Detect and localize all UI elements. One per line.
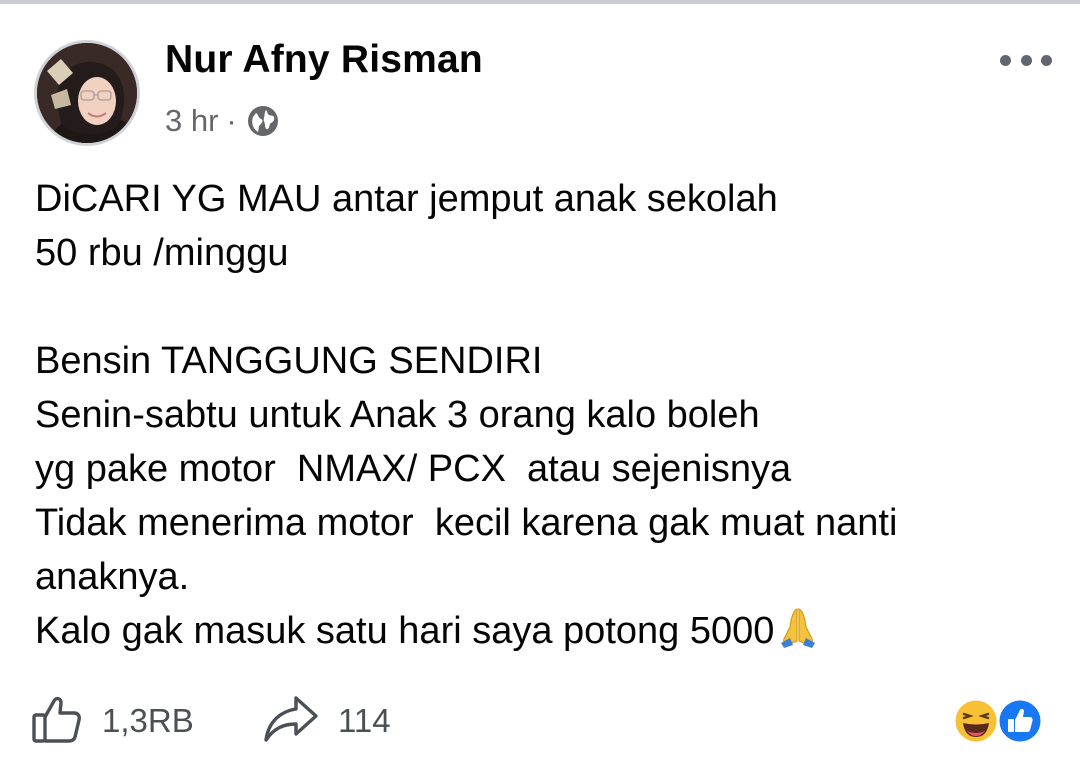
folded-hands-emoji	[776, 605, 820, 664]
post-line-blank	[35, 280, 1055, 334]
post-line-last: Kalo gak masuk satu hari saya potong 500…	[35, 604, 1055, 658]
post-line: yg pake motor NMAX/ PCX atau sejenisnya	[35, 448, 792, 490]
more-options-icon[interactable]	[1000, 48, 1052, 72]
post-line: Senin-sabtu untuk Anak 3 orang kalo bole…	[35, 394, 760, 436]
post-line: Kalo gak masuk satu hari saya potong 500…	[35, 610, 775, 652]
post-line: anaknya.	[35, 556, 190, 598]
thumbs-up-outline-icon	[30, 693, 84, 750]
share-count: 114	[338, 702, 391, 739]
post-footer: 1,3RB 114	[30, 694, 1050, 748]
share-button[interactable]: 114	[262, 694, 391, 748]
post-line: 50 rbu /minggu	[35, 232, 289, 274]
meta-separator: ·	[226, 103, 237, 138]
post-line: Bensin TANGGUNG SENDIRI	[35, 340, 543, 382]
share-arrow-icon	[262, 694, 320, 749]
reaction-summary[interactable]	[948, 697, 1046, 747]
post-line: DiCARI YG MAU antar jemput anak sekolah	[35, 178, 778, 220]
more-dot	[1041, 54, 1052, 66]
like-count: 1,3RB	[102, 702, 194, 739]
more-dot	[1020, 54, 1032, 66]
post-body: DiCARI YG MAU antar jemput anak sekolah …	[35, 172, 1055, 658]
globe-icon	[247, 105, 279, 137]
post-meta: 3 hr ·	[165, 101, 279, 141]
post-time[interactable]: 3 hr	[165, 103, 218, 139]
more-dot	[1000, 54, 1011, 66]
post-line: Tidak menerima motor kecil karena gak mu…	[35, 502, 898, 544]
author-name[interactable]: Nur Afny Risman	[165, 38, 483, 82]
haha-reaction-icon	[952, 697, 1000, 745]
like-button[interactable]: 1,3RB	[30, 694, 194, 748]
top-divider	[0, 0, 1080, 4]
avatar[interactable]	[34, 40, 140, 146]
like-reaction-icon	[996, 697, 1044, 745]
